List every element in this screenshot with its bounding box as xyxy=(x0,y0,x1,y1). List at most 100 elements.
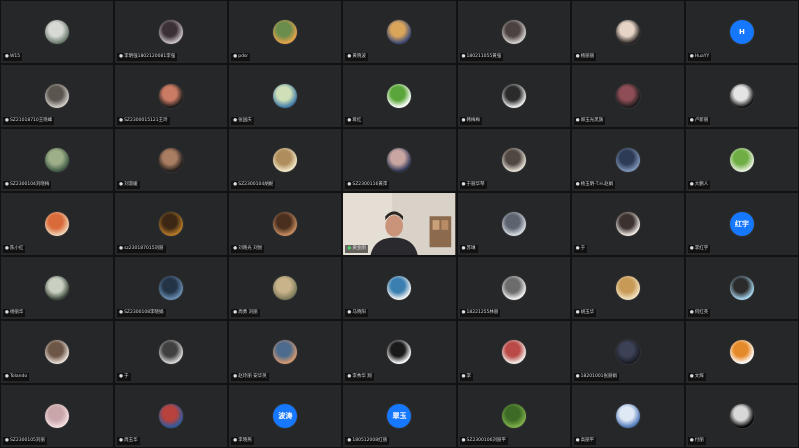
avatar xyxy=(387,20,412,44)
participant-tile[interactable]: ● 卢新丽 xyxy=(685,65,798,127)
participant-name: 18201001张丽娟 xyxy=(580,374,618,379)
participant-name: 180211055黄强 xyxy=(466,54,502,59)
participant-name-tag: ● 张国庆 xyxy=(231,117,254,125)
microphone-icon: ● xyxy=(5,374,9,379)
participant-tile[interactable]: ● 韩梅梅 xyxy=(457,65,570,127)
participant-tile[interactable]: ● 蒋红 xyxy=(343,65,456,127)
participant-name: 于丽华琴 xyxy=(466,182,485,187)
participant-tile[interactable]: ● Tolando xyxy=(1,321,114,383)
microphone-icon: ● xyxy=(233,54,238,59)
participant-tile[interactable]: ● 18221255林丽 xyxy=(457,257,570,319)
participant-name-tag: ● SZ2300015121王玲 xyxy=(117,117,170,125)
microphone-icon: ● xyxy=(233,246,238,251)
avatar xyxy=(159,148,184,172)
participant-name: 杨丽华 xyxy=(9,310,24,315)
participant-name: 张国庆 xyxy=(238,118,252,123)
participant-tile[interactable]: H ● HuaYY xyxy=(685,1,798,63)
avatar-initials: 红宇 xyxy=(734,220,749,228)
avatar: 波涛 xyxy=(273,404,298,428)
participant-tile[interactable]: ● 黄晓波 xyxy=(343,1,456,63)
participant-tile[interactable]: ● 黄金刚 xyxy=(343,193,456,255)
avatar: 翠玉 xyxy=(387,404,412,428)
microphone-icon: ● xyxy=(461,182,466,187)
avatar xyxy=(159,212,184,236)
participant-tile[interactable]: ● 张国庆 xyxy=(229,65,342,127)
microphone-icon: ● xyxy=(233,182,238,187)
participant-name-tag: ● 18221255林丽 xyxy=(459,309,501,317)
participant-tile[interactable]: ● 陈小红 xyxy=(1,193,114,255)
microphone-icon: ● xyxy=(5,182,9,187)
participant-name-tag: ● 赵玲丽 安华英 xyxy=(231,373,269,381)
participant-tile[interactable]: ● SZ2300108李晓娟 xyxy=(115,257,228,319)
avatar xyxy=(273,20,298,44)
participant-tile[interactable]: ● pdsr xyxy=(229,1,342,63)
participant-name-tag: ● 于丽华琴 xyxy=(459,181,487,189)
participant-tile[interactable]: ● 李明强1802120081李强 xyxy=(115,1,228,63)
avatar xyxy=(45,340,70,364)
participant-tile[interactable]: ● SZ2300015121王玲 xyxy=(115,65,228,127)
participant-name-tag: ● pdsr xyxy=(231,53,251,61)
participant-tile[interactable]: ● 180211055黄强 xyxy=(457,1,570,63)
avatar xyxy=(273,212,298,236)
participant-tile[interactable]: 翠玉 ● 180512008红丽 xyxy=(343,385,456,447)
microphone-icon: ● xyxy=(461,374,466,379)
participant-tile[interactable]: ● 杨玉明-T.H.赵娟 xyxy=(571,129,684,191)
participant-tile[interactable]: ● 郑玉光黑旗 xyxy=(571,65,684,127)
participant-name-tag: ● 180211055黄强 xyxy=(459,53,504,61)
participant-name: 黄晓波 xyxy=(352,54,366,59)
participant-tile[interactable]: ● 周玉华 xyxy=(115,385,228,447)
participant-tile[interactable]: ● 胡玉华 xyxy=(571,257,684,319)
avatar xyxy=(501,340,526,364)
participant-name-tag: ● 黄晓波 xyxy=(345,53,368,61)
participant-name-tag: ● 180512008红丽 xyxy=(345,437,390,445)
participant-tile[interactable]: 红宇 ● 李红宇 xyxy=(685,193,798,255)
participant-tile[interactable]: ● 李秀华 翔 xyxy=(343,321,456,383)
participant-tile[interactable]: ● 于 xyxy=(115,321,228,383)
participant-tile[interactable]: ● SZ2300105刘丽 xyxy=(1,385,114,447)
avatar xyxy=(45,404,70,428)
participant-name: 李秀华 翔 xyxy=(352,374,372,379)
avatar xyxy=(159,276,184,300)
participant-name: 陈小红 xyxy=(9,246,24,251)
participant-tile[interactable]: ● SZ2300104胡妮 xyxy=(229,129,342,191)
participant-tile[interactable]: ● W15 xyxy=(1,1,114,63)
participant-tile[interactable]: ● 刘淑媛 xyxy=(115,129,228,191)
participant-tile[interactable]: ● 高丽平 xyxy=(571,385,684,447)
participant-tile[interactable]: ● 杨丽丽 xyxy=(571,1,684,63)
participant-tile[interactable]: ● 于 xyxy=(571,193,684,255)
microphone-icon: ● xyxy=(233,310,238,315)
participant-tile[interactable]: ● 18201001张丽娟 xyxy=(571,321,684,383)
participant-name: 赵玲丽 安华英 xyxy=(238,374,267,379)
participant-tile[interactable]: 波涛 ● 李晓燕 xyxy=(229,385,342,447)
participant-tile[interactable]: ● SZ21018710王晓峰 xyxy=(1,65,114,127)
participant-tile[interactable]: ● 苏琳 xyxy=(457,193,570,255)
avatar xyxy=(615,340,640,364)
participant-name: 李明强1802120081李强 xyxy=(124,54,176,59)
participant-name-tag: ● 李明强1802120081李强 xyxy=(117,53,178,61)
participant-tile[interactable]: ● 刘晓光 刘悦 xyxy=(229,193,342,255)
participant-name: SZ2300104刘晓梅 xyxy=(9,182,50,187)
participant-name: SZ2300015121王玲 xyxy=(124,118,168,123)
participant-name-tag: ● SZ2300104刘晓梅 xyxy=(3,181,52,189)
participant-tile[interactable]: ● 大鹏人 xyxy=(685,129,798,191)
participant-tile[interactable]: ● 马晓阳 xyxy=(343,257,456,319)
microphone-icon: ● xyxy=(575,438,580,443)
participant-name: 大鹏人 xyxy=(694,182,709,187)
participant-tile[interactable]: ● 何红英 xyxy=(685,257,798,319)
participant-tile[interactable]: ● 李 xyxy=(457,321,570,383)
avatar xyxy=(273,84,298,108)
participant-tile[interactable]: ● 文辉 xyxy=(685,321,798,383)
avatar xyxy=(501,148,526,172)
participant-tile[interactable]: ● 付丽 xyxy=(685,385,798,447)
participant-tile[interactable]: ● SZ2300116黄萍 xyxy=(343,129,456,191)
participant-tile[interactable]: ● sz230187015刘丽 xyxy=(115,193,228,255)
participant-tile[interactable]: ● 赵玲丽 安华英 xyxy=(229,321,342,383)
participant-name-tag: ● 李 xyxy=(459,373,473,381)
participant-tile[interactable]: ● SZ2300104刘晓梅 xyxy=(1,129,114,191)
avatar xyxy=(501,212,526,236)
participant-name: HuaYY xyxy=(694,54,710,59)
participant-tile[interactable]: ● 于丽华琴 xyxy=(457,129,570,191)
participant-tile[interactable]: ● 周勇 刘丽 xyxy=(229,257,342,319)
participant-tile[interactable]: ● SZ2300106刘丽平 xyxy=(457,385,570,447)
participant-tile[interactable]: ● 杨丽华 xyxy=(1,257,114,319)
